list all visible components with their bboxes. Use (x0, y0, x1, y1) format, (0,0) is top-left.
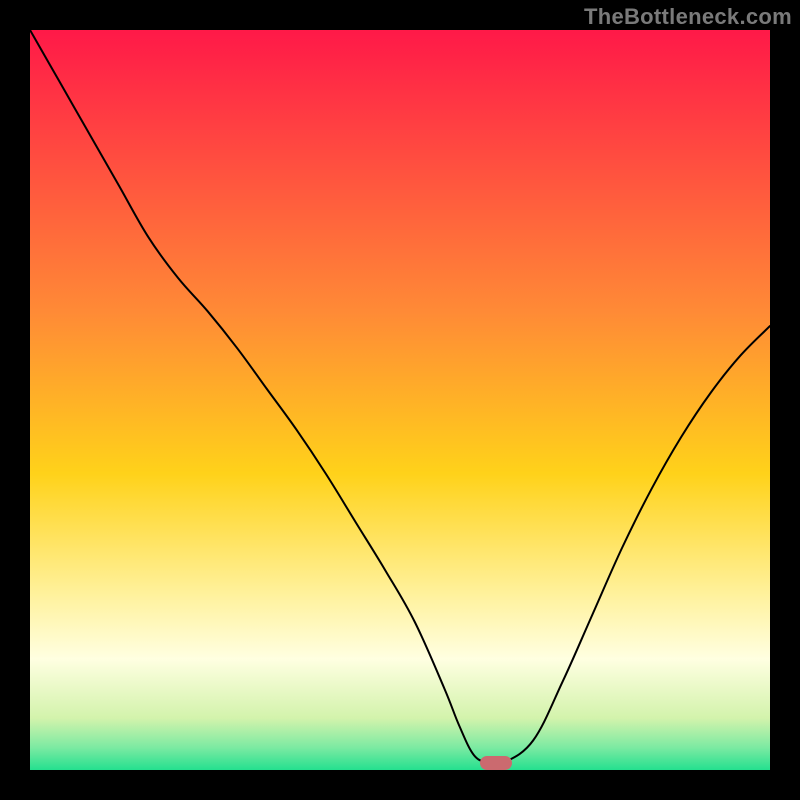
optimal-marker (480, 756, 512, 770)
bottleneck-curve (30, 30, 770, 765)
plot-area (30, 30, 770, 770)
watermark-text: TheBottleneck.com (584, 4, 792, 30)
curve-layer (30, 30, 770, 770)
chart-frame: TheBottleneck.com (0, 0, 800, 800)
